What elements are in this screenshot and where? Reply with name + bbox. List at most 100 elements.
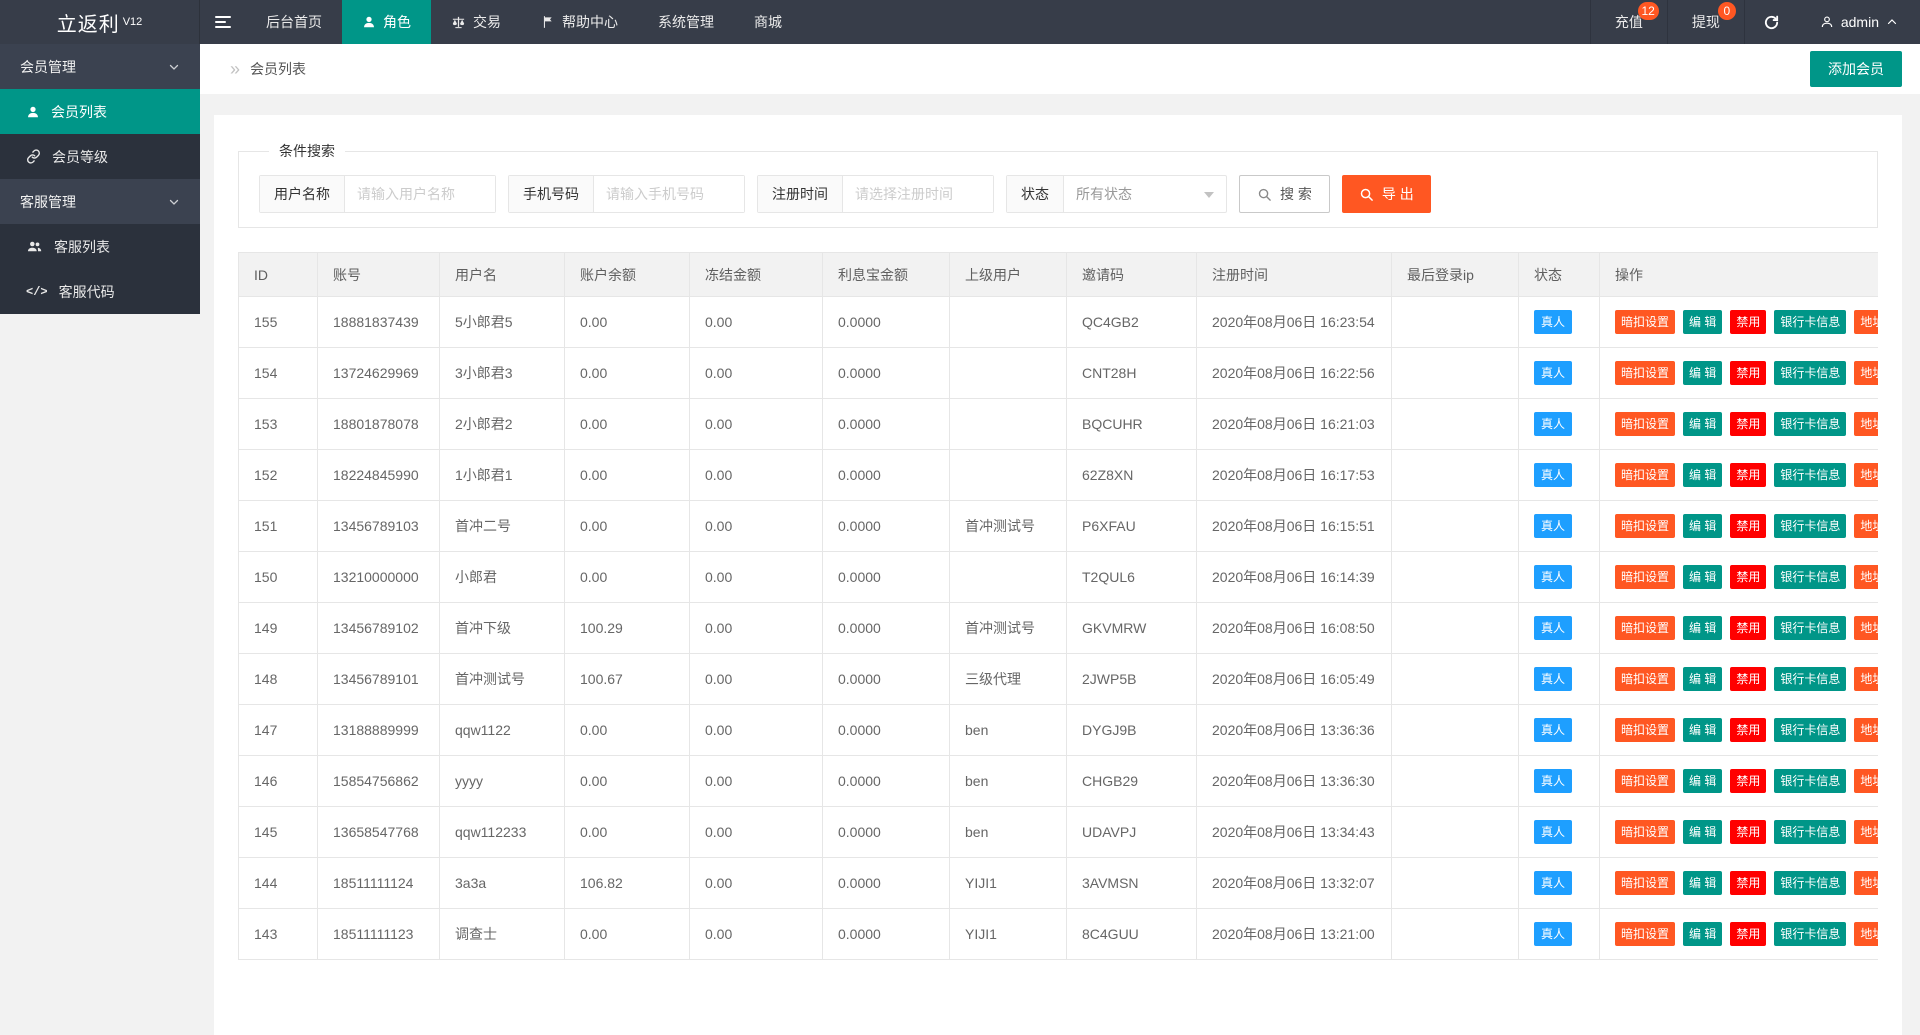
address-button[interactable]: 地址: [1854, 565, 1878, 589]
edit-button[interactable]: 编 辑: [1683, 514, 1722, 538]
address-button[interactable]: 地址: [1854, 616, 1878, 640]
edit-button[interactable]: 编 辑: [1683, 616, 1722, 640]
bank-card-button[interactable]: 银行卡信息: [1774, 310, 1846, 334]
status-button[interactable]: 真人: [1534, 871, 1572, 895]
bank-card-button[interactable]: 银行卡信息: [1774, 565, 1846, 589]
user-menu[interactable]: admin: [1798, 0, 1920, 44]
bank-card-button[interactable]: 银行卡信息: [1774, 820, 1846, 844]
edit-button[interactable]: 编 辑: [1683, 922, 1722, 946]
disable-button[interactable]: 禁用: [1730, 922, 1766, 946]
disable-button[interactable]: 禁用: [1730, 667, 1766, 691]
field-input[interactable]: [345, 176, 495, 212]
search-button[interactable]: 搜 索: [1239, 175, 1330, 213]
address-button[interactable]: 地址: [1854, 463, 1878, 487]
sidebar-item[interactable]: 会员等级: [0, 134, 200, 179]
status-button[interactable]: 真人: [1534, 463, 1572, 487]
bank-card-button[interactable]: 银行卡信息: [1774, 769, 1846, 793]
bank-card-button[interactable]: 银行卡信息: [1774, 718, 1846, 742]
bank-card-button[interactable]: 银行卡信息: [1774, 361, 1846, 385]
nav-item[interactable]: 角色: [342, 0, 431, 44]
address-button[interactable]: 地址: [1854, 820, 1878, 844]
status-button[interactable]: 真人: [1534, 565, 1572, 589]
hidden-deduct-button[interactable]: 暗扣设置: [1615, 616, 1675, 640]
edit-button[interactable]: 编 辑: [1683, 412, 1722, 436]
disable-button[interactable]: 禁用: [1730, 820, 1766, 844]
disable-button[interactable]: 禁用: [1730, 718, 1766, 742]
disable-button[interactable]: 禁用: [1730, 565, 1766, 589]
hidden-deduct-button[interactable]: 暗扣设置: [1615, 361, 1675, 385]
disable-button[interactable]: 禁用: [1730, 616, 1766, 640]
disable-button[interactable]: 禁用: [1730, 361, 1766, 385]
edit-button[interactable]: 编 辑: [1683, 820, 1722, 844]
bank-card-button[interactable]: 银行卡信息: [1774, 463, 1846, 487]
nav-item[interactable]: 系统管理: [638, 0, 734, 44]
bank-card-button[interactable]: 银行卡信息: [1774, 871, 1846, 895]
sidebar-group[interactable]: 客服管理: [0, 179, 200, 224]
export-button[interactable]: 导 出: [1342, 175, 1431, 213]
nav-item[interactable]: 帮助中心: [521, 0, 638, 44]
disable-button[interactable]: 禁用: [1730, 412, 1766, 436]
hidden-deduct-button[interactable]: 暗扣设置: [1615, 412, 1675, 436]
nav-item[interactable]: 后台首页: [246, 0, 342, 44]
edit-button[interactable]: 编 辑: [1683, 565, 1722, 589]
address-button[interactable]: 地址: [1854, 514, 1878, 538]
hidden-deduct-button[interactable]: 暗扣设置: [1615, 514, 1675, 538]
status-button[interactable]: 真人: [1534, 616, 1572, 640]
refresh-button[interactable]: [1744, 0, 1798, 44]
sidebar-item[interactable]: 客服列表: [0, 224, 200, 269]
status-button[interactable]: 真人: [1534, 922, 1572, 946]
status-button[interactable]: 真人: [1534, 310, 1572, 334]
sidebar-group[interactable]: 会员管理: [0, 44, 200, 89]
disable-button[interactable]: 禁用: [1730, 310, 1766, 334]
hidden-deduct-button[interactable]: 暗扣设置: [1615, 718, 1675, 742]
status-select[interactable]: 所有状态: [1064, 176, 1226, 212]
bank-card-button[interactable]: 银行卡信息: [1774, 667, 1846, 691]
bank-card-button[interactable]: 银行卡信息: [1774, 514, 1846, 538]
sidebar-item[interactable]: </>客服代码: [0, 269, 200, 314]
hidden-deduct-button[interactable]: 暗扣设置: [1615, 922, 1675, 946]
disable-button[interactable]: 禁用: [1730, 514, 1766, 538]
bank-card-button[interactable]: 银行卡信息: [1774, 922, 1846, 946]
field-input[interactable]: [843, 176, 993, 212]
quick-link[interactable]: 充值12: [1590, 0, 1667, 44]
quick-link[interactable]: 提现0: [1667, 0, 1744, 44]
sidebar-item[interactable]: 会员列表: [0, 89, 200, 134]
edit-button[interactable]: 编 辑: [1683, 718, 1722, 742]
field-input[interactable]: [594, 176, 744, 212]
status-button[interactable]: 真人: [1534, 718, 1572, 742]
edit-button[interactable]: 编 辑: [1683, 310, 1722, 334]
address-button[interactable]: 地址: [1854, 667, 1878, 691]
edit-button[interactable]: 编 辑: [1683, 871, 1722, 895]
status-button[interactable]: 真人: [1534, 667, 1572, 691]
status-button[interactable]: 真人: [1534, 514, 1572, 538]
menu-toggle-button[interactable]: [200, 0, 246, 44]
edit-button[interactable]: 编 辑: [1683, 667, 1722, 691]
edit-button[interactable]: 编 辑: [1683, 769, 1722, 793]
status-button[interactable]: 真人: [1534, 820, 1572, 844]
disable-button[interactable]: 禁用: [1730, 769, 1766, 793]
edit-button[interactable]: 编 辑: [1683, 463, 1722, 487]
hidden-deduct-button[interactable]: 暗扣设置: [1615, 310, 1675, 334]
status-button[interactable]: 真人: [1534, 412, 1572, 436]
hidden-deduct-button[interactable]: 暗扣设置: [1615, 565, 1675, 589]
hidden-deduct-button[interactable]: 暗扣设置: [1615, 820, 1675, 844]
address-button[interactable]: 地址: [1854, 718, 1878, 742]
hidden-deduct-button[interactable]: 暗扣设置: [1615, 769, 1675, 793]
address-button[interactable]: 地址: [1854, 922, 1878, 946]
hidden-deduct-button[interactable]: 暗扣设置: [1615, 871, 1675, 895]
edit-button[interactable]: 编 辑: [1683, 361, 1722, 385]
add-member-button[interactable]: 添加会员: [1810, 51, 1902, 87]
address-button[interactable]: 地址: [1854, 412, 1878, 436]
address-button[interactable]: 地址: [1854, 310, 1878, 334]
disable-button[interactable]: 禁用: [1730, 463, 1766, 487]
hidden-deduct-button[interactable]: 暗扣设置: [1615, 463, 1675, 487]
status-button[interactable]: 真人: [1534, 361, 1572, 385]
status-button[interactable]: 真人: [1534, 769, 1572, 793]
nav-item[interactable]: 交易: [431, 0, 521, 44]
disable-button[interactable]: 禁用: [1730, 871, 1766, 895]
bank-card-button[interactable]: 银行卡信息: [1774, 412, 1846, 436]
nav-item[interactable]: 商城: [734, 0, 802, 44]
address-button[interactable]: 地址: [1854, 361, 1878, 385]
address-button[interactable]: 地址: [1854, 769, 1878, 793]
address-button[interactable]: 地址: [1854, 871, 1878, 895]
